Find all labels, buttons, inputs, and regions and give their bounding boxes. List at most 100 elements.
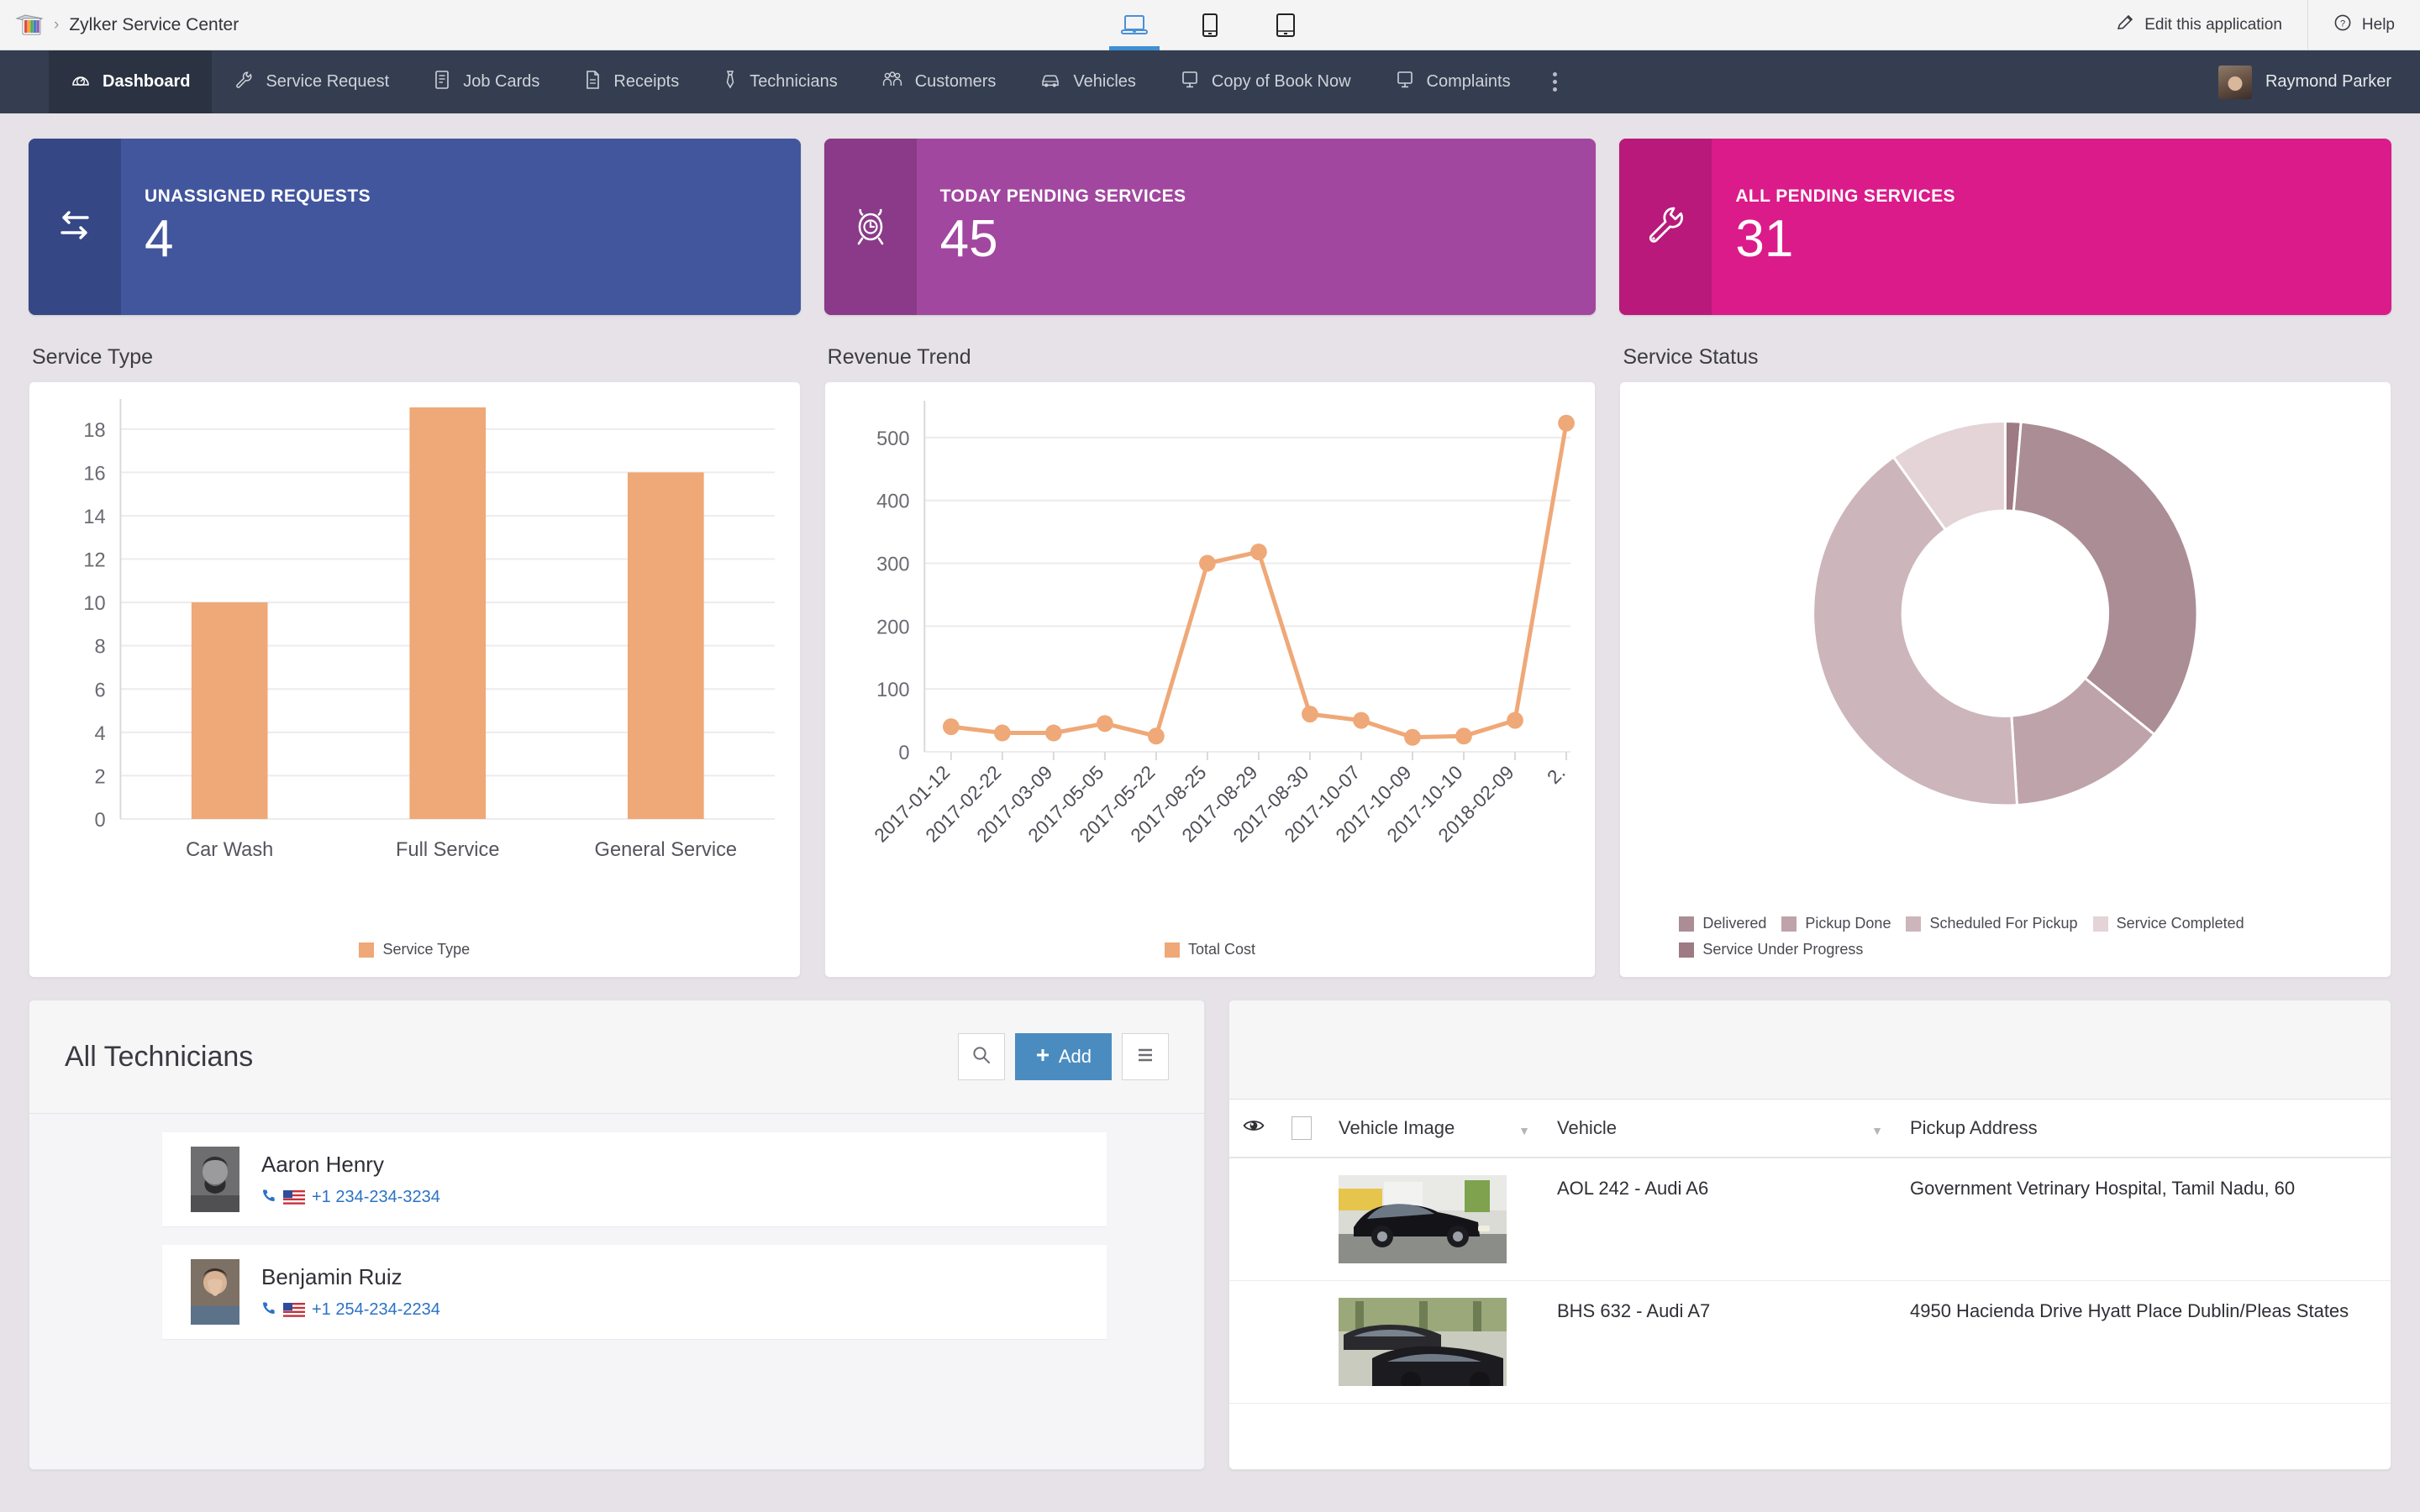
kpi-card-today-pending-services[interactable]: TODAY PENDING SERVICES 45 (823, 139, 1597, 315)
legend-item[interactable]: Total Cost (1164, 941, 1255, 958)
bar-chart-svg: 0 2 4 6 8 10 12 14 16 18 Car Wash Full Service Gener… (83, 399, 776, 861)
top-bar-actions: Edit this application ? Help (2091, 0, 2420, 50)
document-icon (583, 70, 602, 95)
kpi-card-row: UNASSIGNED REQUESTS 4 TODAY PENDING SERV… (0, 113, 2420, 315)
svg-text:0: 0 (95, 809, 106, 832)
legend-item[interactable]: Delivered (1679, 915, 1766, 932)
technicians-toolbar: Add (957, 1033, 1169, 1080)
donut-chart-svg (1812, 420, 2199, 807)
chart-title-revenue-trend: Revenue Trend (827, 345, 971, 369)
nav-item-technicians[interactable]: Technicians (701, 50, 860, 113)
main-navigation: Dashboard Service Request Job Cards Rece… (0, 50, 2420, 113)
app-logo-icon[interactable] (15, 13, 44, 37)
hamburger-icon (1134, 1046, 1156, 1068)
technician-meta: Aaron Henry +1 234-234-3234 (261, 1152, 440, 1208)
phone-icon (261, 1300, 276, 1320)
tablet-view-icon[interactable] (1267, 0, 1304, 50)
legend-item[interactable]: Scheduled For Pickup (1906, 915, 2078, 932)
plus-icon (1035, 1046, 1050, 1068)
vehicle-photo (1339, 1298, 1507, 1392)
list-item[interactable]: Aaron Henry +1 234-234-3234 (162, 1132, 1107, 1226)
technician-phone[interactable]: +1 254-234-2234 (261, 1300, 440, 1320)
nav-overflow-button[interactable] (1533, 50, 1577, 113)
car-icon (1039, 70, 1061, 95)
user-menu[interactable]: Raymond Parker (2217, 50, 2420, 113)
nav-item-job-cards[interactable]: Job Cards (411, 50, 561, 113)
line-chart-svg: 01002003004005002017-01-122017-02-222017… (870, 401, 1575, 847)
nav-label: Technicians (750, 72, 838, 91)
column-header-vehicle-image[interactable]: Vehicle Image ▼ (1325, 1100, 1544, 1158)
table-row[interactable]: AOL 242 - Audi A6 Government Vetrinary H… (1229, 1158, 2391, 1281)
svg-text:16: 16 (83, 462, 105, 485)
table-row[interactable]: BHS 632 - Audi A7 4950 Hacienda Drive Hy… (1229, 1280, 2391, 1404)
monitor-icon (1395, 70, 1415, 95)
vehicles-table-panel: Vehicle Image ▼ Vehicle ▼ Pickup Address (1228, 1000, 2391, 1470)
technician-meta: Benjamin Ruiz +1 254-234-2234 (261, 1264, 440, 1320)
help-button[interactable]: ? Help (2307, 0, 2420, 50)
legend-item[interactable]: Service Type (359, 941, 470, 958)
breadcrumb-separator: › (54, 15, 60, 34)
nav-label: Receipts (613, 72, 680, 91)
kpi-body: TODAY PENDING SERVICES 45 (917, 139, 1597, 315)
add-technician-button[interactable]: Add (1014, 1033, 1112, 1080)
nav-item-copy-of-book-now[interactable]: Copy of Book Now (1158, 50, 1373, 113)
all-technicians-panel: All Technicians Add Aaron Henry +1 234-2… (29, 1000, 1205, 1470)
checkbox[interactable] (1292, 1116, 1312, 1140)
column-visibility-toggle[interactable] (1229, 1100, 1278, 1158)
legend-item[interactable]: Service Completed (2092, 915, 2244, 932)
vehicles-table-toolbar (1229, 1000, 2391, 1100)
svg-text:14: 14 (83, 506, 105, 528)
row-select-cell[interactable] (1278, 1158, 1325, 1281)
chevron-down-icon[interactable]: ▼ (1518, 1124, 1530, 1137)
desktop-view-icon[interactable] (1109, 0, 1160, 50)
chevron-down-icon[interactable]: ▼ (1871, 1124, 1883, 1137)
table-header: Vehicle Image ▼ Vehicle ▼ Pickup Address (1229, 1100, 2391, 1158)
nav-label: Dashboard (103, 72, 191, 91)
nav-label: Service Request (266, 72, 390, 91)
legend-label: Scheduled For Pickup (1929, 915, 2078, 932)
svg-text:Car Wash: Car Wash (186, 838, 273, 861)
legend-item[interactable]: Pickup Done (1781, 915, 1891, 932)
breadcrumb: › Zylker Service Center (0, 13, 239, 37)
nav-item-service-request[interactable]: Service Request (212, 50, 411, 113)
kpi-card-unassigned-requests[interactable]: UNASSIGNED REQUESTS 4 (29, 139, 801, 315)
legend-swatch (1164, 942, 1180, 958)
nav-item-vehicles[interactable]: Vehicles (1018, 50, 1158, 113)
vehicles-table: Vehicle Image ▼ Vehicle ▼ Pickup Address (1229, 1100, 2391, 1404)
nav-label: Complaints (1426, 72, 1511, 91)
svg-text:400: 400 (876, 491, 909, 513)
svg-text:18: 18 (83, 419, 105, 442)
technicians-list: Aaron Henry +1 234-234-3234 Benjamin Rui… (29, 1114, 1204, 1469)
list-item[interactable]: Benjamin Ruiz +1 254-234-2234 (162, 1245, 1107, 1339)
nav-item-complaints[interactable]: Complaints (1373, 50, 1533, 113)
edit-application-button[interactable]: Edit this application (2091, 0, 2307, 50)
legend-label: Service Under Progress (1702, 941, 1864, 958)
pickup-address-cell: Government Vetrinary Hospital, Tamil Nad… (1897, 1158, 2391, 1281)
mobile-view-icon[interactable] (1192, 0, 1228, 50)
legend-label: Service Type (382, 941, 471, 958)
panel-title: All Technicians (65, 1040, 254, 1073)
kpi-icon-wrap (29, 139, 121, 315)
svg-text:300: 300 (876, 553, 909, 575)
column-label: Pickup Address (1910, 1117, 2038, 1138)
column-header-pickup-address[interactable]: Pickup Address (1897, 1100, 2391, 1158)
help-circle-icon: ? (2333, 13, 2352, 37)
search-button[interactable] (957, 1033, 1005, 1080)
nav-item-receipts[interactable]: Receipts (561, 50, 701, 113)
legend-label: Pickup Done (1805, 915, 1891, 932)
nav-item-customers[interactable]: Customers (860, 50, 1018, 113)
svg-text:8: 8 (95, 636, 106, 659)
svg-text:General Service: General Service (595, 838, 737, 861)
technician-name: Aaron Henry (261, 1151, 384, 1177)
row-select-cell[interactable] (1278, 1280, 1325, 1404)
technician-phone[interactable]: +1 234-234-3234 (261, 1188, 440, 1208)
nav-item-dashboard[interactable]: Dashboard (49, 50, 213, 113)
column-header-vehicle[interactable]: Vehicle ▼ (1544, 1100, 1897, 1158)
search-icon (971, 1044, 992, 1070)
kpi-card-all-pending-services[interactable]: ALL PENDING SERVICES 31 (1619, 139, 2392, 315)
service-type-chart-card: 0 2 4 6 8 10 12 14 16 18 Car Wash Full Service Gener… (29, 381, 801, 978)
svg-text:0: 0 (898, 742, 909, 764)
select-all-checkbox[interactable] (1278, 1100, 1325, 1158)
list-options-button[interactable] (1122, 1033, 1169, 1080)
legend-item[interactable]: Service Under Progress (1679, 941, 1863, 958)
